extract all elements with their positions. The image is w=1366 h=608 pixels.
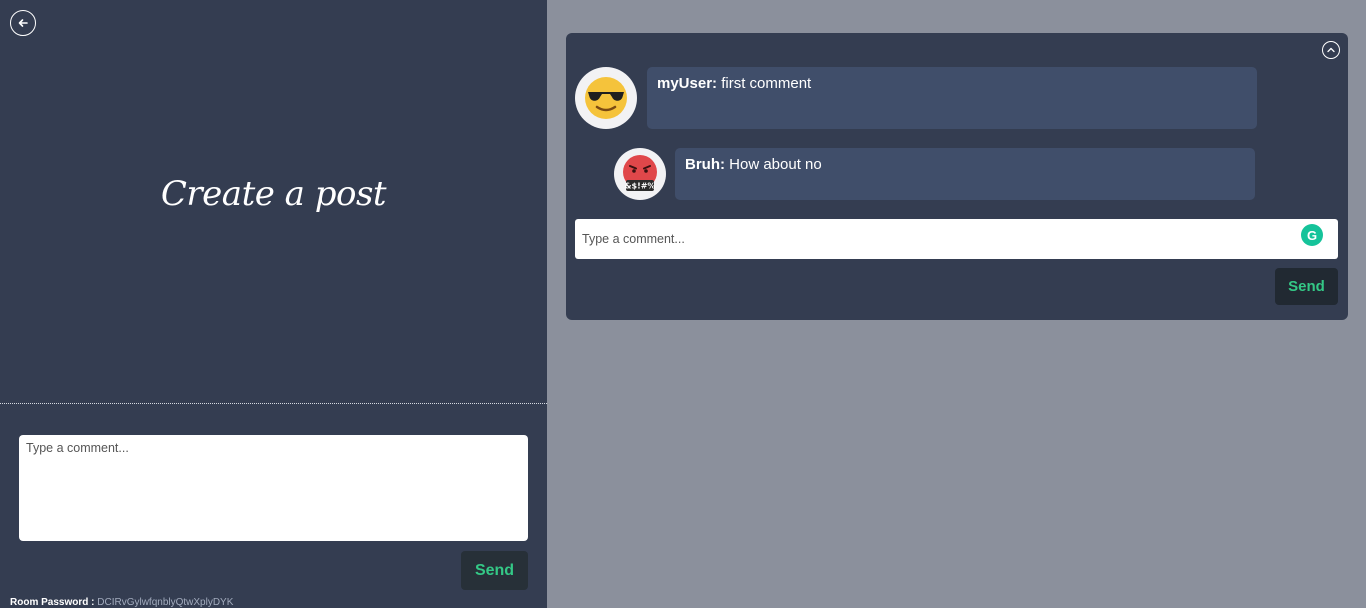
comment-text: first comment bbox=[717, 75, 812, 92]
sunglasses-face-icon bbox=[585, 77, 627, 119]
svg-text:&$!#%: &$!#% bbox=[625, 182, 656, 191]
grammarly-icon[interactable]: G bbox=[1301, 224, 1323, 246]
create-post-panel: Create a post Send Room Password : DCIRv… bbox=[0, 0, 547, 608]
comment-input[interactable] bbox=[575, 219, 1295, 259]
arrow-left-icon bbox=[18, 19, 28, 27]
comment-text: How about no bbox=[725, 156, 822, 173]
divider bbox=[0, 403, 547, 404]
avatar bbox=[575, 67, 637, 129]
post-send-button[interactable]: Send bbox=[461, 551, 528, 590]
room-password-label: Room Password : bbox=[10, 597, 98, 608]
back-button[interactable] bbox=[10, 10, 36, 36]
cursing-face-icon: &$!#% bbox=[623, 155, 657, 191]
collapse-button[interactable] bbox=[1322, 41, 1340, 59]
page-title: Create a post bbox=[160, 174, 387, 214]
room-password: Room Password : DCIRvGylwfqnblyQtwXplyDY… bbox=[10, 597, 233, 608]
post-input[interactable] bbox=[19, 435, 528, 541]
comment-author: Bruh: bbox=[685, 156, 725, 173]
chevron-up-icon bbox=[1327, 47, 1335, 53]
comments-card: myUser: first comment &$!#% Bruh: How ab… bbox=[566, 33, 1348, 320]
room-password-value: DCIRvGylwfqnblyQtwXplyDYK bbox=[97, 597, 234, 608]
avatar: &$!#% bbox=[614, 148, 666, 200]
comment-bubble: Bruh: How about no bbox=[675, 148, 1255, 200]
comment-input-container: G bbox=[575, 219, 1338, 259]
comment-send-button[interactable]: Send bbox=[1275, 268, 1338, 305]
comment-bubble: myUser: first comment bbox=[647, 67, 1257, 129]
comment-author: myUser: bbox=[657, 75, 718, 92]
